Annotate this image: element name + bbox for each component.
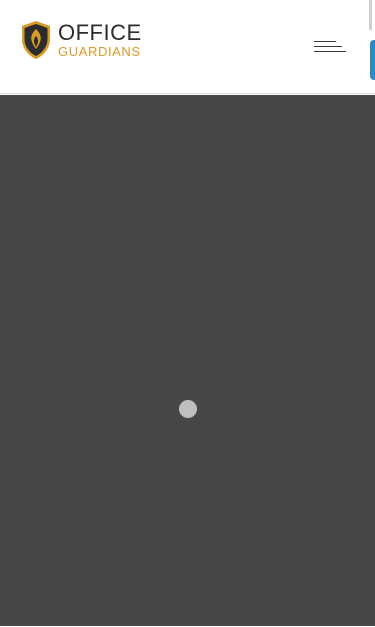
logo-line-1: OFFICE [58, 20, 142, 45]
main-content-area [0, 95, 375, 626]
hamburger-menu-button[interactable] [314, 40, 346, 54]
page: OFFICE GUARDIANS [0, 0, 375, 627]
site-header: OFFICE GUARDIANS [0, 0, 375, 94]
site-logo[interactable]: OFFICE GUARDIANS [19, 20, 143, 60]
side-feedback-tab[interactable] [370, 40, 375, 80]
logo-line-2: GUARDIANS [58, 44, 141, 59]
menu-bar-middle [314, 46, 342, 47]
scrollbar-thumb[interactable] [369, 0, 372, 30]
menu-bar-top [314, 41, 336, 42]
loading-dot-icon [179, 400, 197, 418]
menu-bar-bottom [314, 51, 346, 52]
logo-wordmark: OFFICE GUARDIANS [58, 20, 142, 59]
shield-flame-icon [22, 21, 50, 59]
